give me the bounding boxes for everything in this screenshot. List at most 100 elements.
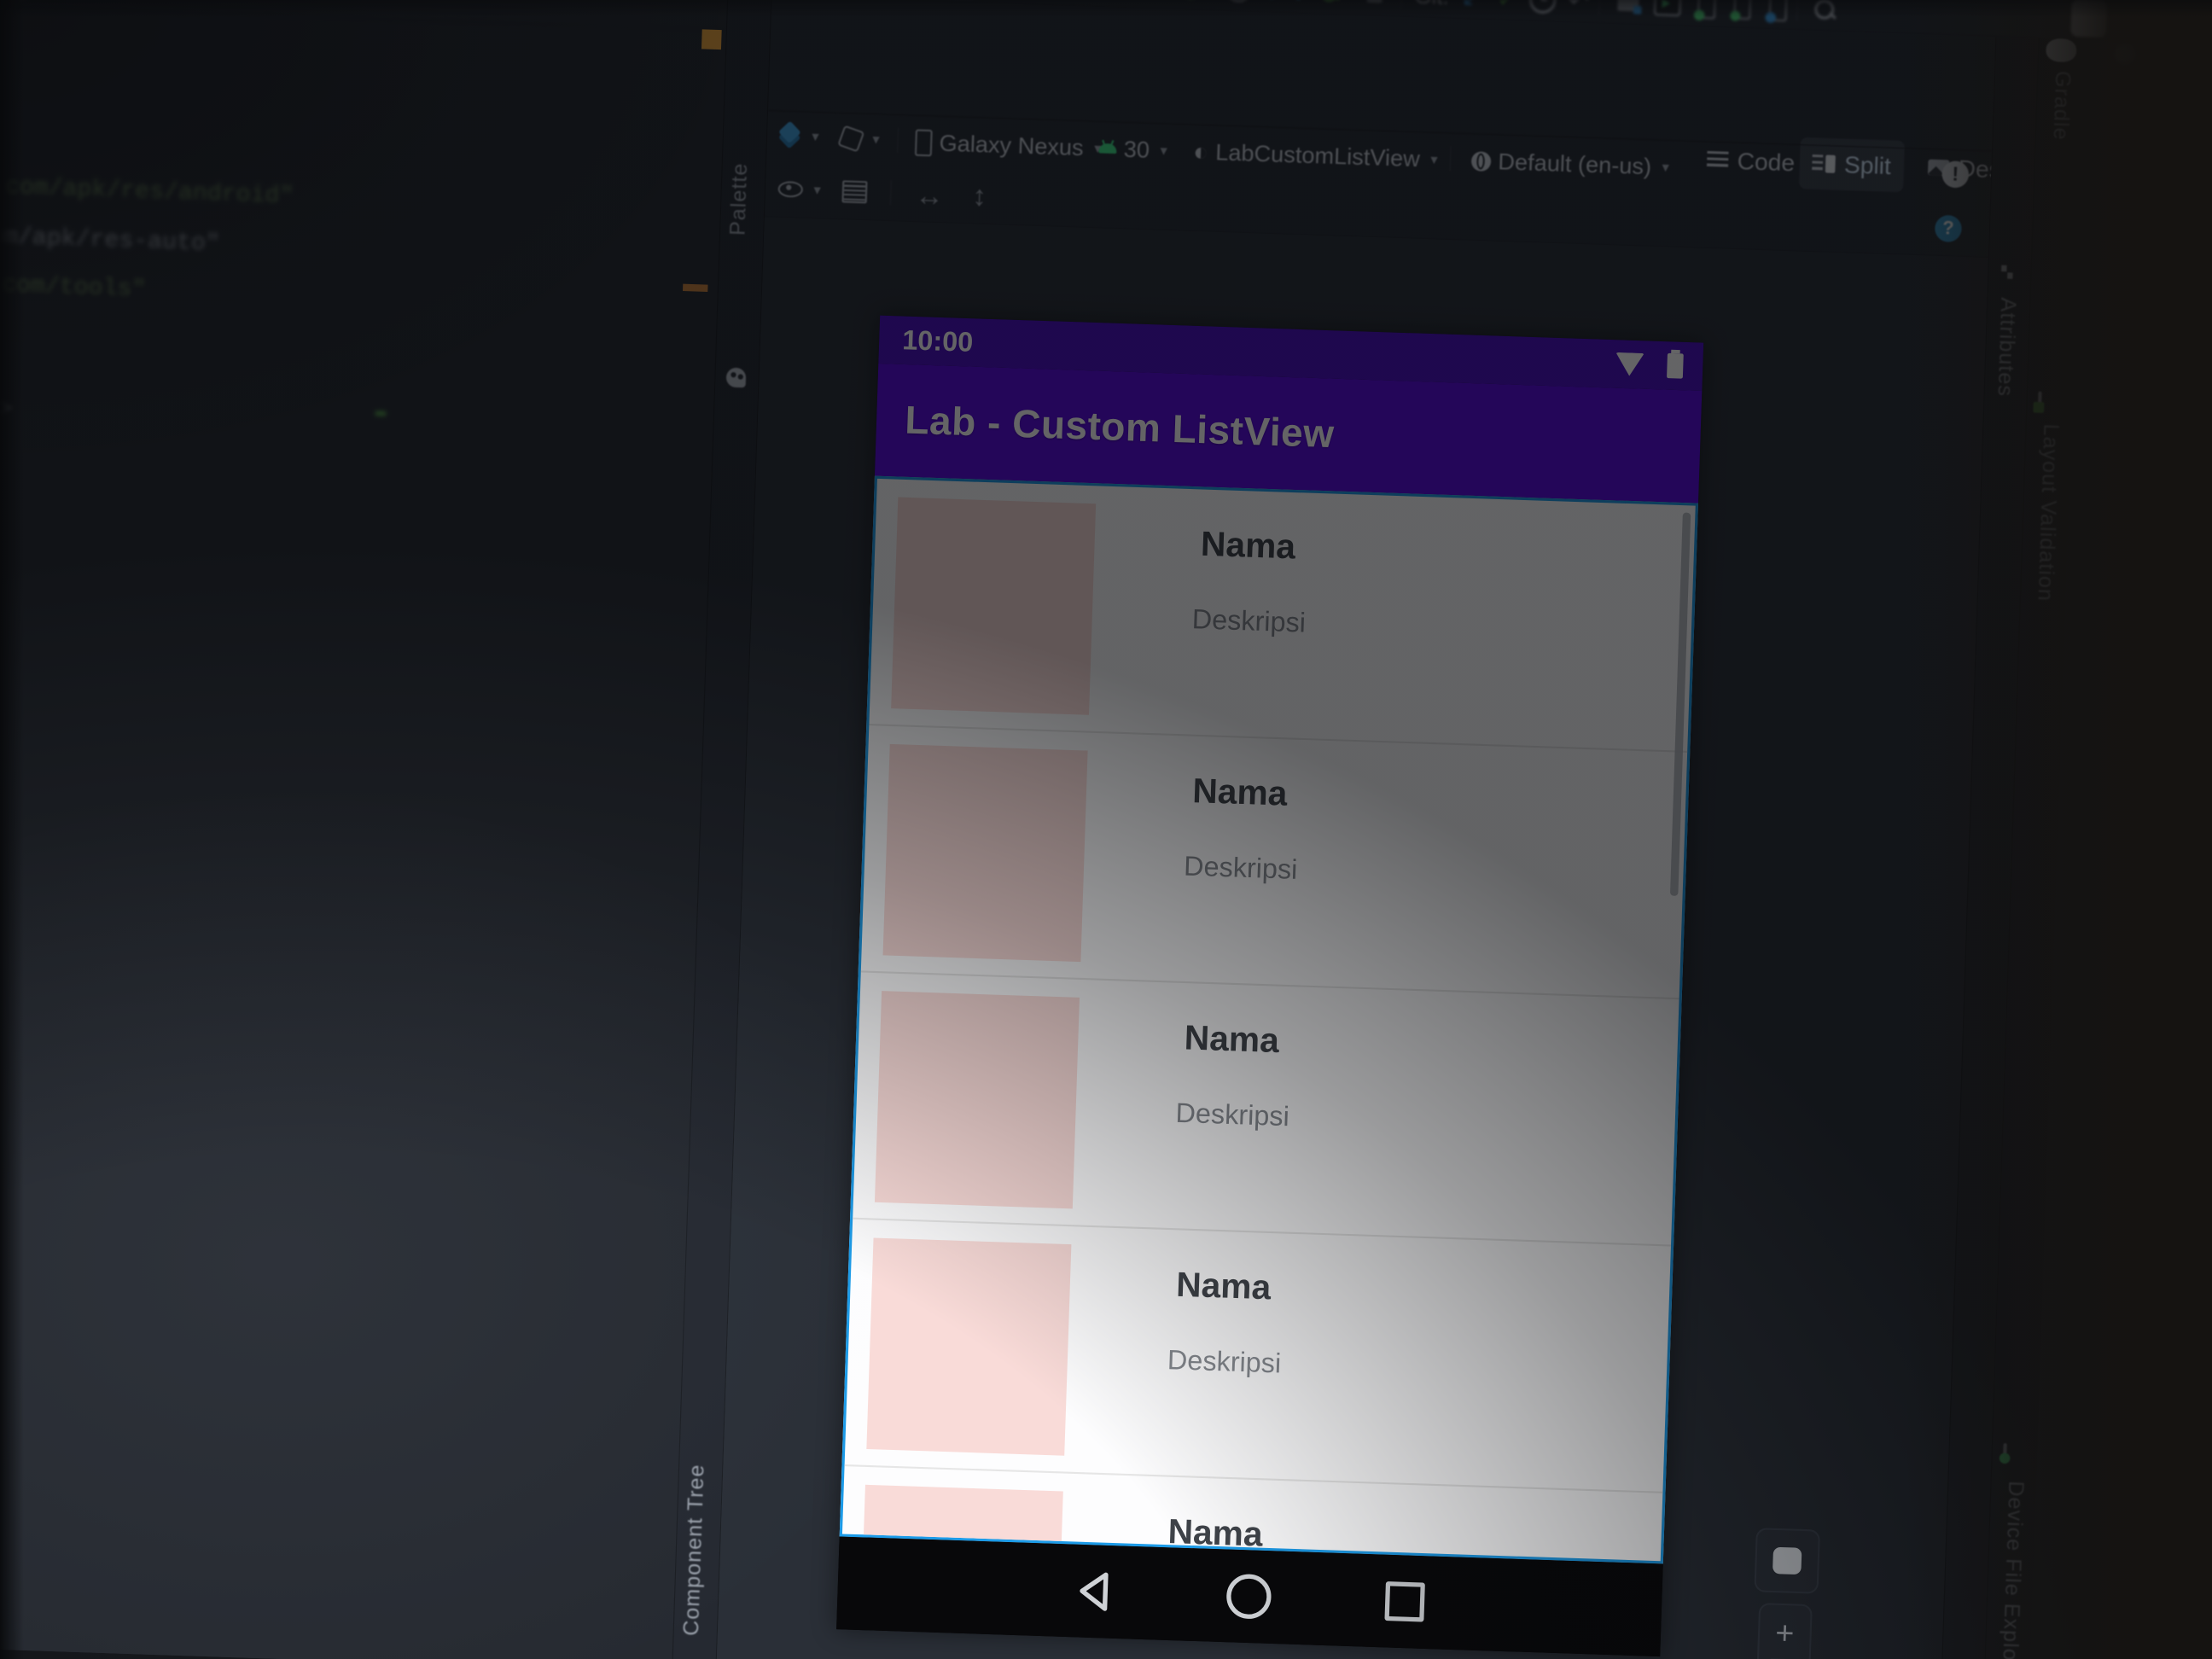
layout-height-button[interactable]: ↕ xyxy=(972,179,987,212)
layout-width-button[interactable]: ↔ xyxy=(915,179,945,212)
code-line: .com/apk/res-auto" xyxy=(0,222,221,259)
tab-palette[interactable]: Palette xyxy=(725,162,753,388)
item-image-placeholder xyxy=(874,991,1080,1209)
item-name: Nama xyxy=(1175,1266,1272,1307)
zoom-controls: + − xyxy=(1755,1603,1813,1659)
device-file-explorer-icon xyxy=(2002,1442,2007,1463)
caret-mark xyxy=(375,410,387,416)
help-button[interactable]: ? xyxy=(1934,214,1963,243)
scrollbar-warning-mark[interactable] xyxy=(683,283,708,292)
nav-back-button[interactable] xyxy=(1074,1570,1113,1612)
sdk-manager-button[interactable] xyxy=(1725,0,1760,29)
logcat-button[interactable] xyxy=(1650,0,1685,26)
profiler-button[interactable] xyxy=(1266,0,1303,14)
code-editor-panel[interactable]: ml % id.com/apk/res/android" .com/apk/re… xyxy=(0,0,728,1659)
code-line: " /> xyxy=(0,395,13,424)
list-item[interactable]: Nama Deskripsi xyxy=(860,725,1687,1000)
device-menu-label: Galaxy Nexus xyxy=(939,129,1085,161)
zoom-to-fit-button[interactable] xyxy=(1754,1528,1821,1594)
git-update-button[interactable]: ↙ xyxy=(1456,0,1487,20)
battery-icon xyxy=(1667,352,1684,379)
toolbar-separator xyxy=(889,180,892,206)
chevron-down-icon: ▾ xyxy=(813,183,822,199)
item-description: Deskripsi xyxy=(1183,850,1298,886)
ide-window: app ▾ Pixel 3 API 28 ▾ ↻ Git: ↙ xyxy=(0,0,2212,1659)
locale-menu[interactable]: Default (en-us) ▾ xyxy=(1470,147,1670,181)
theme-menu[interactable]: ◐ LabCustomListView ▾ xyxy=(1193,137,1439,173)
item-description: Deskripsi xyxy=(1175,1097,1290,1132)
chevron-down-icon: ▾ xyxy=(872,131,880,148)
render-warnings-button[interactable]: ! xyxy=(1941,160,1970,189)
item-description: Deskripsi xyxy=(1167,1343,1282,1379)
component-tree-tab-label: Component Tree xyxy=(678,1463,709,1637)
zoom-in-button[interactable]: + xyxy=(1775,1614,1795,1652)
sdk-manager-icon xyxy=(1733,0,1752,20)
tab-component-tree[interactable]: Component Tree xyxy=(679,1464,710,1641)
attributes-tab-label: Attributes xyxy=(1992,297,2021,398)
device-file-explorer-tab-label: Device File Explorer xyxy=(1997,1480,2029,1659)
list-item[interactable]: Nama Deskripsi xyxy=(853,972,1679,1247)
nav-home-button[interactable] xyxy=(1225,1573,1272,1620)
notifications-button[interactable] xyxy=(2067,0,2111,40)
tab-layout-validation[interactable]: Layout Validation xyxy=(2033,391,2064,602)
device-manager-icon xyxy=(1697,0,1716,20)
git-history-button[interactable] xyxy=(1527,0,1558,22)
fit-screen-icon xyxy=(1772,1546,1802,1575)
editor-tab[interactable]: ml xyxy=(0,0,1,2)
search-everywhere-button[interactable] xyxy=(1807,0,1842,32)
item-name: Nama xyxy=(1184,1018,1280,1061)
api-level-menu[interactable]: 30 ▾ xyxy=(1098,135,1167,165)
scrollbar-warning-mark[interactable] xyxy=(701,29,722,50)
chevron-down-icon: ▾ xyxy=(812,129,820,145)
stop-button[interactable] xyxy=(1358,0,1391,16)
orientation-selector[interactable]: ▾ xyxy=(837,125,880,153)
selected-component-button[interactable] xyxy=(841,180,868,204)
bug-run-icon xyxy=(1318,0,1341,5)
warning-icon: ! xyxy=(1941,160,1970,189)
toolbar-separator xyxy=(1796,0,1798,21)
design-surface-selector[interactable]: ▾ xyxy=(777,124,819,148)
gear-icon[interactable] xyxy=(2114,44,2135,65)
view-options-button[interactable]: ▾ xyxy=(777,180,821,200)
code-line: id.com/tools" xyxy=(0,271,147,304)
item-name: Nama xyxy=(1200,525,1296,567)
project-structure-button[interactable] xyxy=(1610,0,1645,25)
globe-icon xyxy=(1470,150,1492,172)
android-studio-photo: app ▾ Pixel 3 API 28 ▾ ↻ Git: ↙ xyxy=(0,0,2212,1659)
eye-icon xyxy=(777,180,804,198)
listview-icon xyxy=(841,180,868,204)
layers-icon xyxy=(777,124,801,148)
api-level-label: 30 xyxy=(1123,135,1150,163)
phone-preview[interactable]: 10:00 Lab - Custom ListView Nama Deskrip… xyxy=(836,315,1704,1657)
avd-manager-button[interactable] xyxy=(1689,0,1724,27)
toolbar-separator xyxy=(1449,146,1452,172)
list-item[interactable]: Nama Deskripsi xyxy=(869,479,1695,753)
tab-device-file-explorer[interactable]: Device File Explorer xyxy=(1997,1442,2028,1659)
code-line: id.com/apk/res/android" xyxy=(0,172,294,211)
chevron-down-icon: ▾ xyxy=(1160,143,1168,159)
tab-gradle[interactable]: Gradle xyxy=(2046,38,2077,141)
listview[interactable]: Nama Deskripsi Nama Deskripsi Nama Deskr… xyxy=(839,475,1698,1564)
item-image-placeholder xyxy=(891,497,1097,715)
device-file-button[interactable] xyxy=(1761,0,1796,30)
attach-icon xyxy=(1225,0,1252,3)
item-name: Nama xyxy=(1191,771,1289,814)
device-menu[interactable]: Galaxy Nexus ▾ xyxy=(914,128,1102,162)
stop-icon xyxy=(1366,0,1382,3)
git-commit-button[interactable]: ✓ xyxy=(1491,0,1522,20)
gradle-icon xyxy=(2046,38,2077,63)
nav-recents-button[interactable] xyxy=(1384,1581,1425,1622)
editor-tab-strip: ml xyxy=(0,0,728,32)
profile-debug-button[interactable] xyxy=(1311,0,1348,15)
gradle-tab-label: Gradle xyxy=(2048,70,2075,142)
list-item[interactable]: Nama Deskripsi xyxy=(844,1220,1671,1493)
theme-icon: ◐ xyxy=(1192,137,1209,166)
git-label: Git: xyxy=(1414,0,1450,19)
folder-icon xyxy=(1617,0,1639,11)
git-rollback-button[interactable]: ↶ xyxy=(1563,0,1594,23)
help-icon: ? xyxy=(1934,214,1963,243)
app-title: Lab - Custom ListView xyxy=(904,398,1336,457)
window-icon xyxy=(2070,0,2108,38)
item-image-placeholder xyxy=(866,1237,1072,1456)
rotate-icon xyxy=(837,125,865,153)
